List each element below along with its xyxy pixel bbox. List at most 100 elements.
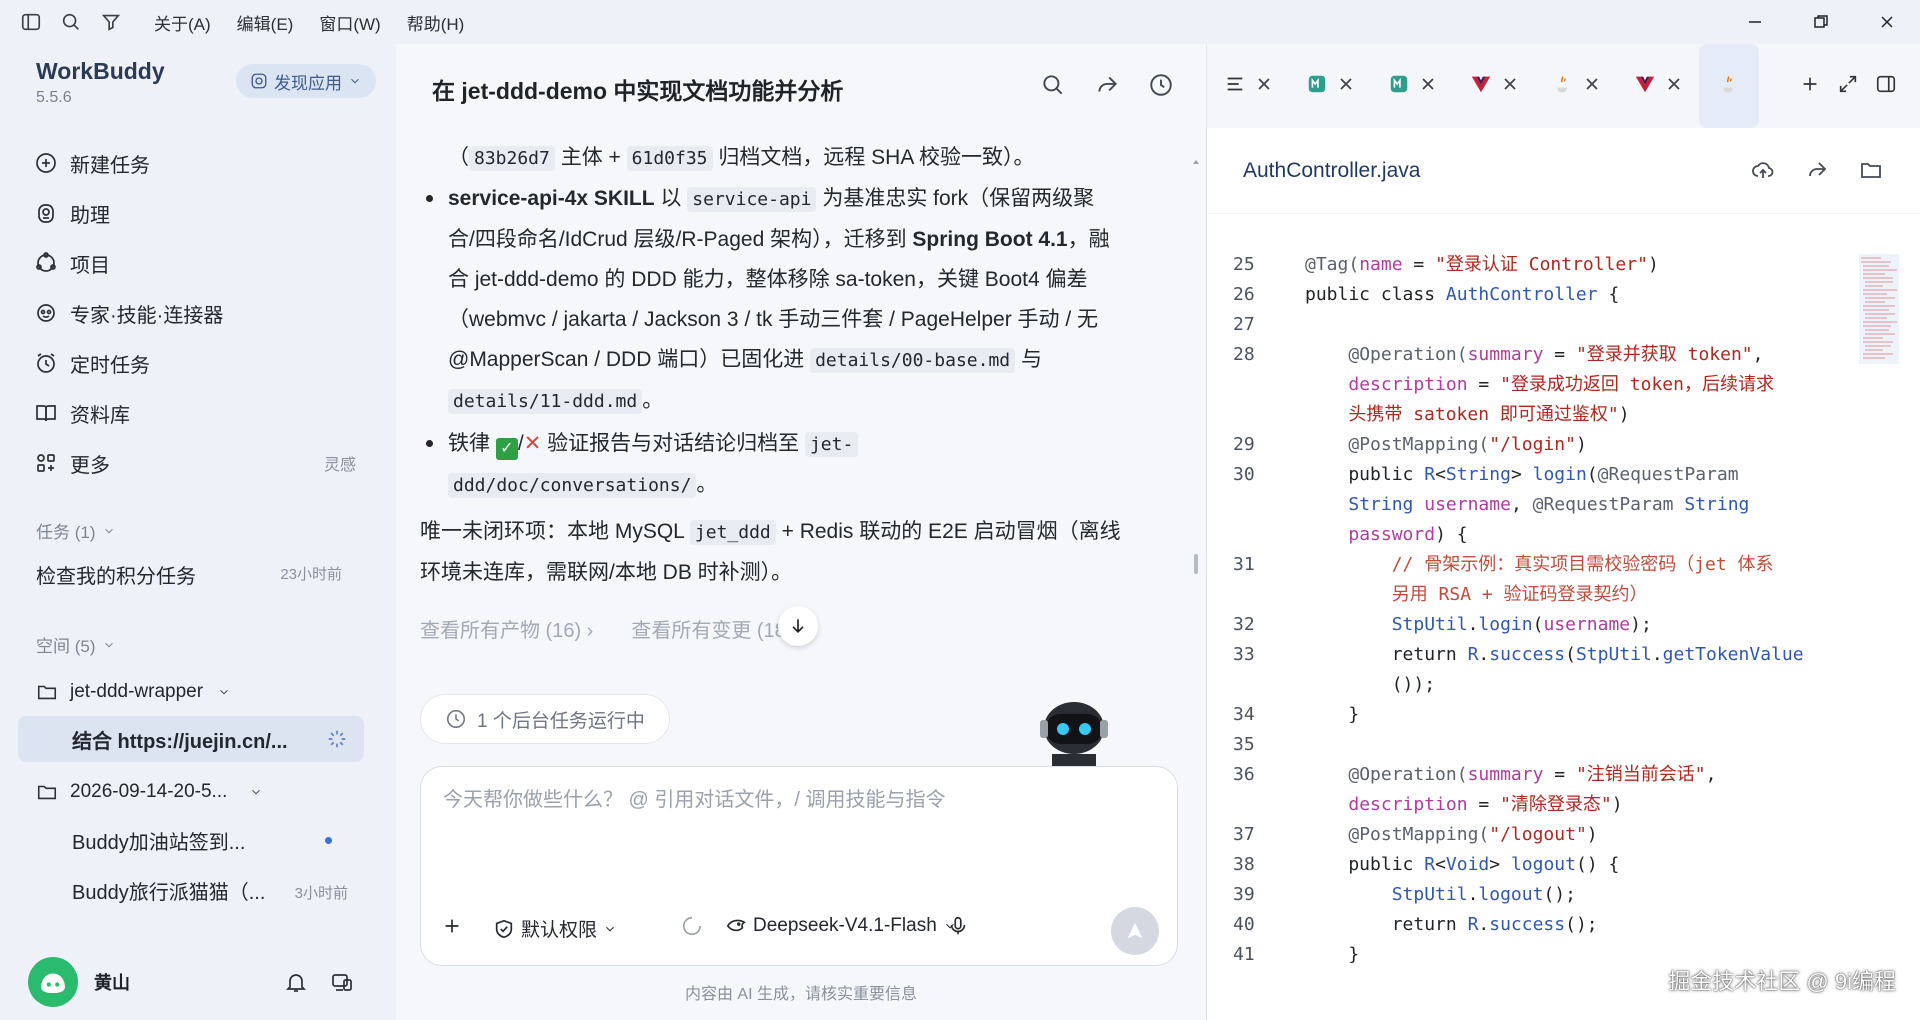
code-minimap[interactable] (1857, 250, 1907, 400)
close-tab-icon[interactable] (1420, 76, 1436, 97)
avatar-logo-icon (41, 973, 65, 994)
sidebar-item-new-task[interactable]: 新建任务 (20, 138, 376, 188)
menu-window[interactable]: 窗口(W) (319, 10, 380, 35)
editor-panel: AuthController.java 25 @Tag(name = "登录认证 … (1206, 44, 1920, 1020)
close-tab-icon[interactable] (1502, 76, 1518, 97)
share-icon[interactable] (1094, 72, 1124, 102)
sidebar-toggle-icon[interactable] (18, 9, 44, 35)
sidebar-item-library[interactable]: 资料库 (20, 388, 376, 438)
robot-mascot-icon (1040, 702, 1108, 772)
inline-code: service-api (687, 187, 817, 212)
project-icon (36, 252, 56, 272)
search-icon[interactable] (1040, 72, 1070, 102)
markdown-icon (1388, 73, 1410, 100)
composer-input[interactable] (443, 789, 1143, 812)
tab-vue-1[interactable] (1453, 44, 1535, 128)
close-tab-icon[interactable] (1256, 76, 1272, 97)
close-tab-icon[interactable] (1666, 76, 1682, 97)
microphone-button[interactable] (947, 915, 969, 937)
conversation-item-active[interactable]: 结合 https://juejin.cn/... (72, 719, 362, 759)
editor-tab-bar (1207, 44, 1920, 128)
task-title: 检查我的积分任务 (36, 566, 196, 588)
avatar[interactable] (28, 957, 78, 1007)
line-number: 28 (1233, 344, 1255, 365)
menu-edit[interactable]: 编辑(E) (237, 10, 294, 35)
workspace-date[interactable]: 2026-09-14-20-5... (36, 772, 366, 812)
message-line: （83b26d7 主体 + 61d0f35 归档文档，远程 SHA 校验一致）。 (420, 138, 1180, 179)
chat-scrollbar[interactable] (1192, 134, 1200, 694)
filter-icon[interactable] (98, 9, 124, 35)
tab-vue-2[interactable] (1617, 44, 1699, 128)
background-task-pill[interactable]: 1 个后台任务运行中 (420, 694, 670, 744)
tasks-section-header[interactable]: 任务 (1) (36, 518, 116, 543)
sidebar-item-scheduled[interactable]: 定时任务 (20, 338, 376, 388)
code-text: String username, @RequestParam String (1348, 494, 1750, 515)
sidebar-item-experts[interactable]: 专家·技能·连接器 (20, 288, 376, 338)
scroll-to-bottom-button[interactable] (778, 606, 818, 646)
tasks-section-label: 任务 (1) (36, 523, 96, 542)
code-text: @PostMapping("/login") (1348, 434, 1587, 455)
code-text: ()); (1305, 674, 1436, 695)
tab-markdown-1[interactable] (1289, 44, 1371, 128)
view-all-artifacts-link[interactable]: 查看所有产物 (16) › (420, 614, 593, 643)
restore-button[interactable] (1788, 0, 1854, 44)
code-line: 35 (1207, 730, 1857, 760)
bell-icon[interactable] (284, 970, 308, 994)
folder-open-icon[interactable] (1859, 158, 1885, 184)
task-item[interactable]: 检查我的积分任务 23小时前 (36, 560, 356, 589)
line-number: 32 (1233, 614, 1255, 635)
composer-toolbar: 默认权限 Deepseek-V4.1-Flash (421, 895, 1179, 965)
expand-icon[interactable] (1837, 73, 1859, 100)
upload-icon[interactable] (1751, 158, 1777, 184)
tab-outline[interactable] (1207, 44, 1289, 128)
devices-icon[interactable] (330, 970, 354, 994)
permission-dropdown[interactable]: 默认权限 (493, 915, 617, 942)
spaces-section-header[interactable]: 空间 (5) (36, 632, 116, 657)
conversation-item[interactable]: Buddy加油站签到... (72, 820, 362, 860)
code-line: 34 } (1207, 700, 1857, 730)
permission-label: 默认权限 (521, 920, 598, 941)
sidebar-item-projects[interactable]: 项目 (20, 238, 376, 288)
history-icon[interactable] (1148, 72, 1178, 102)
conversation-item[interactable]: Buddy旅行派猫猫（... 3小时前 (72, 870, 362, 910)
sidebar-item-assistant[interactable]: 助理 (20, 188, 376, 238)
spaces-section-label: 空间 (5) (36, 637, 96, 656)
close-window-button[interactable] (1854, 0, 1920, 44)
new-tab-icon[interactable] (1799, 73, 1821, 100)
share-icon[interactable] (1805, 158, 1831, 184)
tab-java-active[interactable] (1699, 44, 1759, 128)
search-icon[interactable] (58, 9, 84, 35)
minimize-button[interactable] (1722, 0, 1788, 44)
chevron-down-icon (351, 78, 359, 84)
inspiration-link[interactable]: 灵感 (324, 451, 356, 475)
code-text: @Operation(summary = "注销当前会话", (1348, 764, 1717, 785)
line-number: 35 (1233, 734, 1255, 755)
vue-icon (1470, 73, 1492, 100)
menu-help[interactable]: 帮助(H) (407, 10, 465, 35)
message-text: 环境未连库，需联网/本地 DB 时补测）。 (420, 561, 793, 584)
message-text: + Redis 联动的 E2E 启动冒烟（离线 (775, 520, 1121, 543)
code-text: // 骨架示例：真实项目需校验密码（jet 体系 (1391, 554, 1774, 575)
tab-java-1[interactable] (1535, 44, 1617, 128)
user-area: 黄山 (28, 944, 368, 1020)
tab-markdown-2[interactable] (1371, 44, 1453, 128)
close-tab-icon[interactable] (1584, 76, 1600, 97)
sidebar-item-label: 定时任务 (70, 354, 150, 377)
add-attachment-button[interactable] (441, 915, 463, 937)
bullet-dot (426, 440, 433, 447)
menu-about[interactable]: 关于(A) (154, 10, 211, 35)
code-line: 38 public R<Void> logout() { (1207, 850, 1857, 880)
model-selector[interactable]: Deepseek-V4.1-Flash (725, 915, 957, 937)
message-text: 与 (1015, 348, 1042, 371)
panel-toggle-icon[interactable] (1875, 73, 1897, 100)
discover-apps-button[interactable]: 发现应用 (236, 64, 376, 98)
sidebar-item-more[interactable]: 更多 灵感 (20, 438, 376, 488)
line-number: 29 (1233, 434, 1255, 455)
close-tab-icon[interactable] (1338, 76, 1354, 97)
code-text: return R.success(StpUtil.getTokenValue (1305, 644, 1804, 665)
send-button[interactable] (1111, 907, 1159, 955)
workspace-jet-ddd-wrapper[interactable]: jet-ddd-wrapper (36, 672, 366, 712)
sidebar-item-label: 助理 (70, 204, 110, 227)
code-view[interactable]: 25 @Tag(name = "登录认证 Controller") 26 public… (1207, 250, 1857, 1010)
chevron-down-icon (104, 528, 113, 533)
